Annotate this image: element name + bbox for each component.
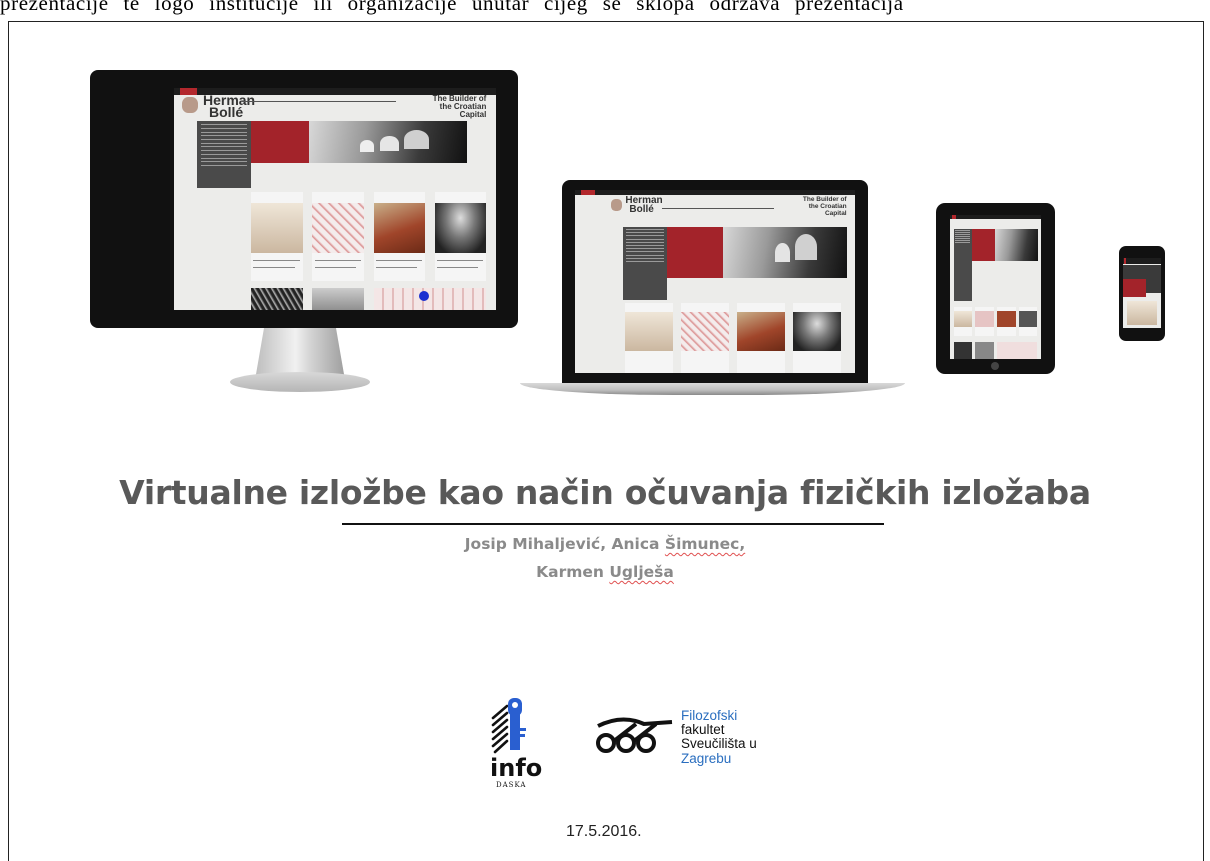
presentation-title: Virtualne izložbe kao način očuvanja fiz… [119, 473, 1091, 512]
infodaska-wordmark: info [490, 754, 543, 782]
site-banner-text-block [251, 121, 310, 164]
site-topbar [1123, 258, 1161, 264]
site-card [312, 192, 364, 282]
site-card [975, 307, 994, 336]
site-logo: Herman Bollé [610, 196, 663, 215]
author-name: Karmen [536, 563, 604, 581]
site-card [953, 307, 972, 336]
site-card [737, 303, 785, 373]
tagline-line3: Capital [824, 209, 847, 217]
site-banner-photo [723, 226, 847, 278]
laptop-base [520, 383, 905, 395]
author-name: Anica [611, 535, 660, 553]
site-card [681, 303, 729, 373]
site-menu [622, 226, 668, 300]
author-name: Josip Mihaljević, [464, 535, 607, 553]
site-tagline: The Builder of the Croatian Capital [803, 196, 847, 217]
site-card [975, 341, 994, 359]
site-banner-photo [309, 121, 467, 164]
tablet-screen [950, 215, 1041, 359]
infodaska-subword: DASKA [496, 781, 527, 789]
laptop-screen: Herman Bollé The Builder of the Croatian… [575, 190, 855, 373]
site-tagline: The Builder of the Croatian Capital [433, 94, 487, 120]
site-banner-text-block [971, 229, 995, 262]
desktop-monitor-mockup: Herman Bollé The Builder of the Croatian… [90, 70, 518, 400]
presentation-date: 17.5.2016. [566, 823, 642, 840]
site-card [997, 307, 1016, 336]
ffzg-logo-symbol [592, 712, 678, 763]
phone-screen [1123, 258, 1161, 328]
site-card [373, 287, 487, 310]
tablet-mockup [936, 203, 1055, 374]
author-name-misspell: Uglješa [609, 563, 674, 581]
site-card [434, 192, 487, 282]
authors-line1: Josip Mihaljević, Anica Šimunec, [0, 535, 1210, 553]
site-menu [196, 121, 252, 188]
monitor-screen: Herman Bollé The Builder of the Croatian… [174, 88, 496, 310]
ffzg-line1: Filozofski [681, 708, 738, 723]
ffzg-line3: Sveučilišta u [681, 736, 757, 752]
ffzg-emblem-icon [596, 717, 673, 753]
site-card [251, 192, 303, 282]
site-card [793, 303, 841, 373]
ffzg-line2: fakultet [681, 722, 725, 738]
site-card [1019, 307, 1038, 336]
site-card [625, 303, 673, 373]
top-text-line: prezentacije te logo institucije ili org… [0, 0, 904, 15]
site-card [997, 341, 1038, 359]
site-topbar [950, 215, 1041, 220]
laptop-mockup: Herman Bollé The Builder of the Croatian… [520, 180, 905, 400]
tagline-line3: Capital [459, 110, 487, 120]
site-card [251, 287, 303, 310]
logo-portrait-icon [182, 96, 198, 114]
key-icon [491, 698, 526, 754]
site-topbar [575, 190, 855, 196]
author-name-misspell: Šimunec, [664, 535, 746, 553]
site-card [953, 341, 972, 359]
ffzg-wordmark: Filozofski fakultet Sveučilišta u Zagreb… [681, 708, 757, 766]
site-banner-text-block [667, 226, 724, 278]
site-logo: Herman Bollé [182, 93, 255, 120]
logo-portrait-icon [610, 198, 622, 211]
site-header-rule [241, 101, 397, 103]
site-header-rule [661, 208, 774, 210]
site-card [312, 287, 364, 310]
site-card [373, 192, 426, 282]
site-menu [953, 229, 972, 302]
site-banner-photo [994, 229, 1039, 262]
title-underline [342, 523, 884, 525]
monitor-stand-base [230, 372, 370, 392]
ffzg-line4: Zagrebu [681, 750, 732, 766]
tablet-home-button [991, 362, 999, 370]
site-logo-line2: Bollé [629, 203, 654, 215]
authors-line2: Karmen Uglješa [0, 563, 1210, 581]
site-logo-line2: Bollé [208, 103, 244, 120]
phone-mockup [1119, 246, 1165, 341]
